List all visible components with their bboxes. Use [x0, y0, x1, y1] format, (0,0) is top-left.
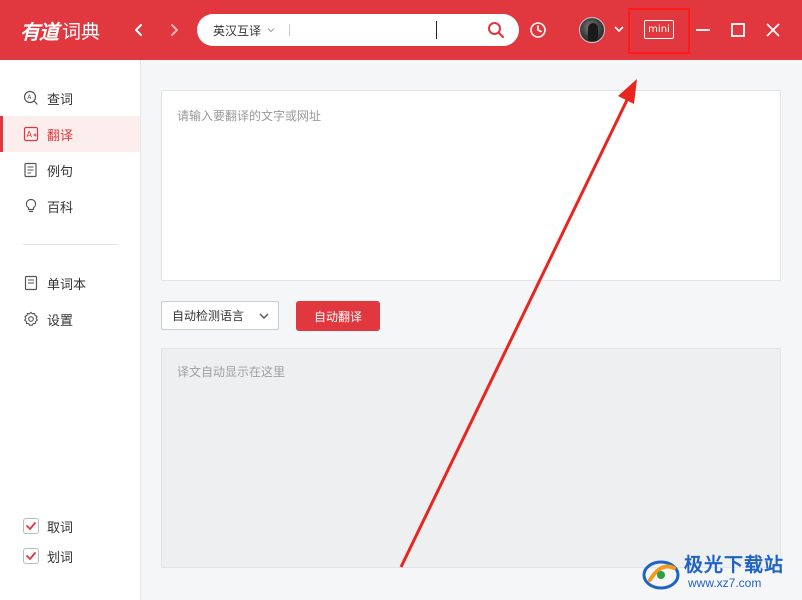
sidebar-item-label: 百科: [47, 200, 74, 216]
forward-button[interactable]: [162, 18, 186, 42]
capture-word-toggle[interactable]: 取词: [23, 516, 73, 536]
watermark-title: 极光下载站: [684, 554, 785, 576]
sidebar-item-wordbook[interactable]: 单词本: [0, 265, 140, 301]
source-text-input[interactable]: [162, 91, 780, 280]
chevron-down-icon: [267, 28, 275, 33]
close-icon[interactable]: [763, 20, 783, 40]
chevron-down-icon: [259, 313, 269, 319]
sidebar-item-lookup[interactable]: A 查词: [0, 80, 140, 116]
sidebar-item-translate[interactable]: A 翻译: [0, 116, 140, 152]
sidebar-item-settings[interactable]: 设置: [0, 301, 140, 337]
wordbook-icon: [22, 274, 40, 292]
output-placeholder: 译文自动显示在这里: [177, 365, 286, 379]
translate-button[interactable]: 自动翻译: [296, 301, 380, 331]
maximize-icon[interactable]: [728, 20, 748, 40]
select-word-toggle[interactable]: 划词: [23, 546, 73, 566]
chevron-down-icon[interactable]: [612, 22, 626, 36]
sidebar-item-label: 例句: [47, 164, 74, 180]
search-bar: 英汉互译: [197, 14, 519, 46]
sidebar-item-label: 设置: [47, 313, 74, 329]
avatar[interactable]: [579, 17, 605, 43]
lookup-icon: A: [22, 89, 40, 107]
translation-output: 译文自动显示在这里: [161, 348, 781, 568]
watermark-url: www.xz7.com: [688, 576, 762, 590]
sidebar-item-label: 查词: [47, 92, 74, 108]
toggle-label: 划词: [47, 550, 74, 566]
source-language-label: 自动检测语言: [172, 309, 245, 323]
divider: [289, 24, 290, 36]
gear-icon: [22, 310, 40, 328]
source-text-box: [161, 90, 781, 281]
clock-icon: [530, 22, 546, 38]
chevron-left-icon: [135, 24, 142, 36]
toggle-label: 取词: [47, 520, 74, 536]
back-button[interactable]: [127, 18, 151, 42]
language-mode-select[interactable]: 英汉互译: [213, 14, 276, 46]
annotation-highlight-box: [628, 8, 690, 54]
check-icon: [26, 552, 36, 560]
sentence-icon: [22, 161, 40, 179]
app-logo: 有道 词典: [20, 16, 100, 44]
check-icon: [26, 522, 36, 530]
search-icon: [488, 22, 505, 39]
chevron-right-icon: [171, 24, 178, 36]
sidebar-item-label: 翻译: [47, 128, 74, 144]
svg-text:A: A: [27, 130, 33, 139]
text-caret: [436, 21, 437, 39]
bulb-icon: [22, 197, 40, 215]
history-button[interactable]: [527, 19, 549, 41]
watermark-logo-icon: [642, 560, 680, 590]
sidebar: A 查词 A 翻译 例句 百科 单词本 设置 取词 划词: [0, 60, 141, 600]
checkbox[interactable]: [23, 548, 39, 564]
svg-text:A: A: [27, 94, 32, 101]
logo-mark: 有道: [20, 19, 59, 44]
sidebar-item-encyclopedia[interactable]: 百科: [0, 188, 140, 224]
search-button[interactable]: [485, 19, 507, 41]
logo-text: 词典: [62, 20, 101, 43]
search-input[interactable]: [295, 18, 475, 42]
sidebar-item-sentences[interactable]: 例句: [0, 152, 140, 188]
watermark: 极光下载站 www.xz7.com: [640, 546, 800, 598]
sidebar-divider: [23, 244, 118, 245]
checkbox[interactable]: [23, 518, 39, 534]
sidebar-item-label: 单词本: [47, 277, 87, 293]
source-language-select[interactable]: 自动检测语言: [161, 301, 279, 330]
translate-icon: A: [22, 125, 40, 143]
minimize-icon[interactable]: [693, 20, 713, 40]
language-mode-label: 英汉互译: [213, 23, 262, 38]
